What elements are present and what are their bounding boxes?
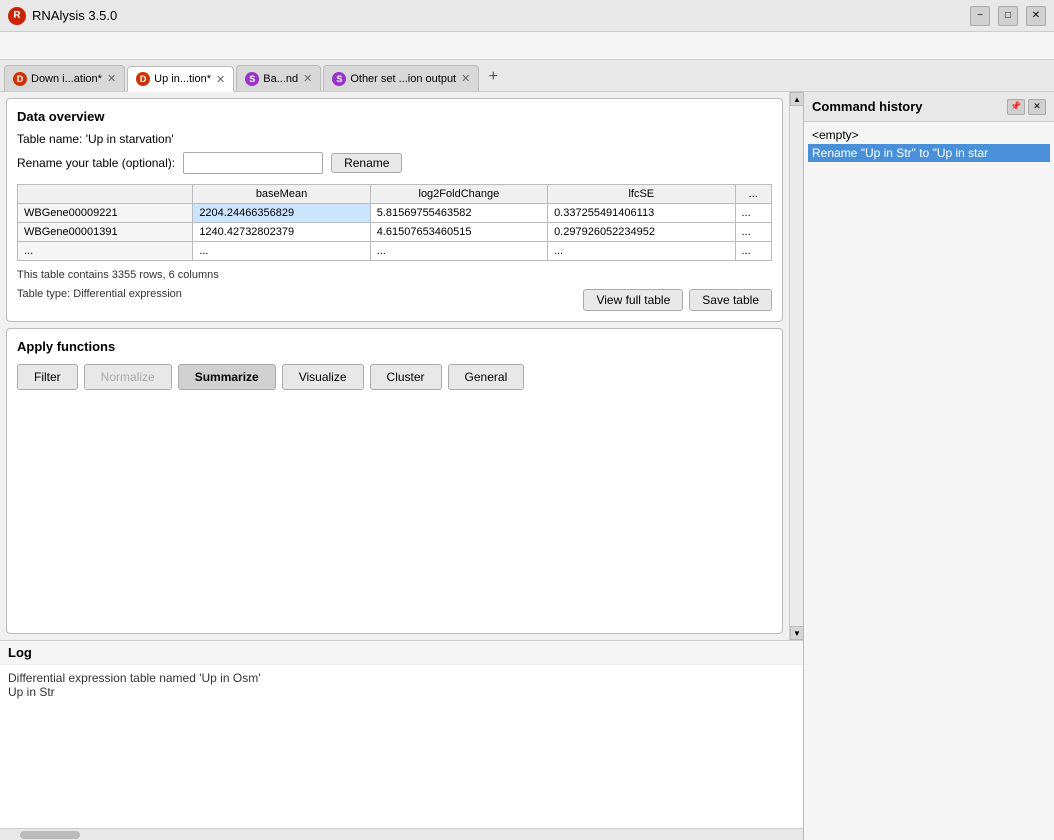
scroll-up-arrow[interactable]: ▲ (790, 92, 803, 106)
save-table-button[interactable]: Save table (689, 289, 772, 311)
tab-label-1: Down i...ation* (31, 73, 102, 85)
row-ellipsis-2: ... (370, 242, 547, 261)
cmd-history-pin-button[interactable]: 📌 (1007, 99, 1025, 115)
app-icon: R (8, 7, 26, 25)
cell-lfcse-1: 0.337255491406113 (548, 204, 735, 223)
normalize-button[interactable]: Normalize (84, 364, 172, 390)
tab-icon-3: S (245, 72, 259, 86)
rename-button[interactable]: Rename (331, 153, 402, 173)
table-row: WBGene00001391 1240.42732802379 4.615076… (18, 223, 772, 242)
cmd-history-close-button[interactable]: ✕ (1028, 99, 1046, 115)
data-overview-title: Data overview (17, 109, 772, 124)
cell-basemean-2: 1240.42732802379 (193, 223, 370, 242)
tab-close-4[interactable]: ✕ (461, 72, 470, 85)
log-section: Log Differential expression table named … (0, 640, 803, 840)
col-header-empty (18, 185, 193, 204)
col-header-log2fc: log2FoldChange (370, 185, 547, 204)
apply-functions-title: Apply functions (17, 339, 772, 354)
scroll-track (790, 106, 803, 626)
data-table: baseMean log2FoldChange lfcSE ... WBGene… (17, 184, 772, 261)
left-panel: Data overview Table name: 'Up in starvat… (0, 92, 804, 840)
table-name-label: Table name: (17, 132, 82, 146)
right-panel: Command history 📌 ✕ <empty> Rename "Up i… (804, 92, 1054, 840)
cell-dots-1: ... (735, 204, 772, 223)
table-actions: View full table Save table (583, 289, 772, 311)
tab-label-2: Up in...tion* (154, 73, 211, 85)
rename-input[interactable] (183, 152, 323, 174)
panel-with-scroll: Data overview Table name: 'Up in starvat… (0, 92, 803, 640)
cmd-item-rename[interactable]: Rename "Up in Str" to "Up in star (808, 144, 1050, 162)
command-history-content: <empty> Rename "Up in Str" to "Up in sta… (804, 122, 1054, 840)
tab-icon-1: D (13, 72, 27, 86)
app-title: RNAlysis 3.5.0 (32, 8, 970, 23)
tab-other-set[interactable]: S Other set ...ion output ✕ (323, 65, 479, 91)
main-layout: Data overview Table name: 'Up in starvat… (0, 92, 1054, 840)
cell-log2fc-1: 5.81569755463582 (370, 204, 547, 223)
visualize-button[interactable]: Visualize (282, 364, 364, 390)
row-ellipsis-label: ... (18, 242, 193, 261)
col-header-basemean: baseMean (193, 185, 370, 204)
log-line-2: Up in Str (8, 685, 795, 699)
filter-button[interactable]: Filter (17, 364, 78, 390)
command-history-title: Command history (812, 99, 1004, 114)
row-label-2: WBGene00001391 (18, 223, 193, 242)
menubar (0, 32, 1054, 60)
tab-icon-4: S (332, 72, 346, 86)
tab-close-1[interactable]: ✕ (107, 72, 116, 85)
table-name-value: 'Up in starvation' (86, 132, 174, 146)
cell-lfcse-2: 0.297926052234952 (548, 223, 735, 242)
log-scrollbar (0, 828, 803, 840)
tab-band[interactable]: S Ba...nd ✕ (236, 65, 321, 91)
minimize-button[interactable]: − (970, 6, 990, 26)
log-header: Log (0, 641, 803, 665)
tab-label-4: Other set ...ion output (350, 73, 456, 85)
view-full-table-button[interactable]: View full table (583, 289, 683, 311)
maximize-button[interactable]: □ (998, 6, 1018, 26)
left-content: Data overview Table name: 'Up in starvat… (0, 92, 789, 640)
table-rows-cols-info: This table contains 3355 rows, 6 columns (17, 269, 772, 281)
window-controls: − □ ✕ (970, 6, 1046, 26)
col-header-dots: ... (735, 185, 772, 204)
titlebar: R RNAlysis 3.5.0 − □ ✕ (0, 0, 1054, 32)
cell-log2fc-2: 4.61507653460515 (370, 223, 547, 242)
tab-label-3: Ba...nd (263, 73, 298, 85)
row-label-1: WBGene00009221 (18, 204, 193, 223)
function-buttons: Filter Normalize Summarize Visualize Clu… (17, 364, 772, 390)
log-scroll-thumb (20, 831, 80, 839)
cell-dots-2: ... (735, 223, 772, 242)
scroll-down-arrow[interactable]: ▼ (790, 626, 803, 640)
tab-down-iation[interactable]: D Down i...ation* ✕ (4, 65, 125, 91)
cmd-item-empty[interactable]: <empty> (808, 126, 1050, 144)
log-content: Differential expression table named 'Up … (0, 665, 803, 828)
add-tab-button[interactable]: + (481, 65, 505, 89)
row-ellipsis-3: ... (548, 242, 735, 261)
row-ellipsis-4: ... (735, 242, 772, 261)
rename-row: Rename your table (optional): Rename (17, 152, 772, 174)
col-header-lfcse: lfcSE (548, 185, 735, 204)
tabbar: D Down i...ation* ✕ D Up in...tion* ✕ S … (0, 60, 1054, 92)
table-name-row: Table name: 'Up in starvation' (17, 132, 772, 146)
log-line-1: Differential expression table named 'Up … (8, 671, 795, 685)
tab-up-intion[interactable]: D Up in...tion* ✕ (127, 66, 234, 92)
tab-close-3[interactable]: ✕ (303, 72, 312, 85)
close-button[interactable]: ✕ (1026, 6, 1046, 26)
data-overview-section: Data overview Table name: 'Up in starvat… (6, 98, 783, 322)
summarize-button[interactable]: Summarize (178, 364, 276, 390)
tab-close-2[interactable]: ✕ (216, 73, 225, 86)
table-row-ellipsis: ... ... ... ... ... (18, 242, 772, 261)
left-panel-scrollbar: ▲ ▼ (789, 92, 803, 640)
row-ellipsis-1: ... (193, 242, 370, 261)
general-button[interactable]: General (448, 364, 525, 390)
command-history-header: Command history 📌 ✕ (804, 92, 1054, 122)
table-type-info: Table type: Differential expression (17, 288, 182, 300)
cluster-button[interactable]: Cluster (370, 364, 442, 390)
tab-icon-2: D (136, 72, 150, 86)
apply-functions-section: Apply functions Filter Normalize Summari… (6, 328, 783, 634)
table-row: WBGene00009221 2204.24466356829 5.815697… (18, 204, 772, 223)
rename-label: Rename your table (optional): (17, 156, 175, 170)
cell-basemean-1: 2204.24466356829 (193, 204, 370, 223)
